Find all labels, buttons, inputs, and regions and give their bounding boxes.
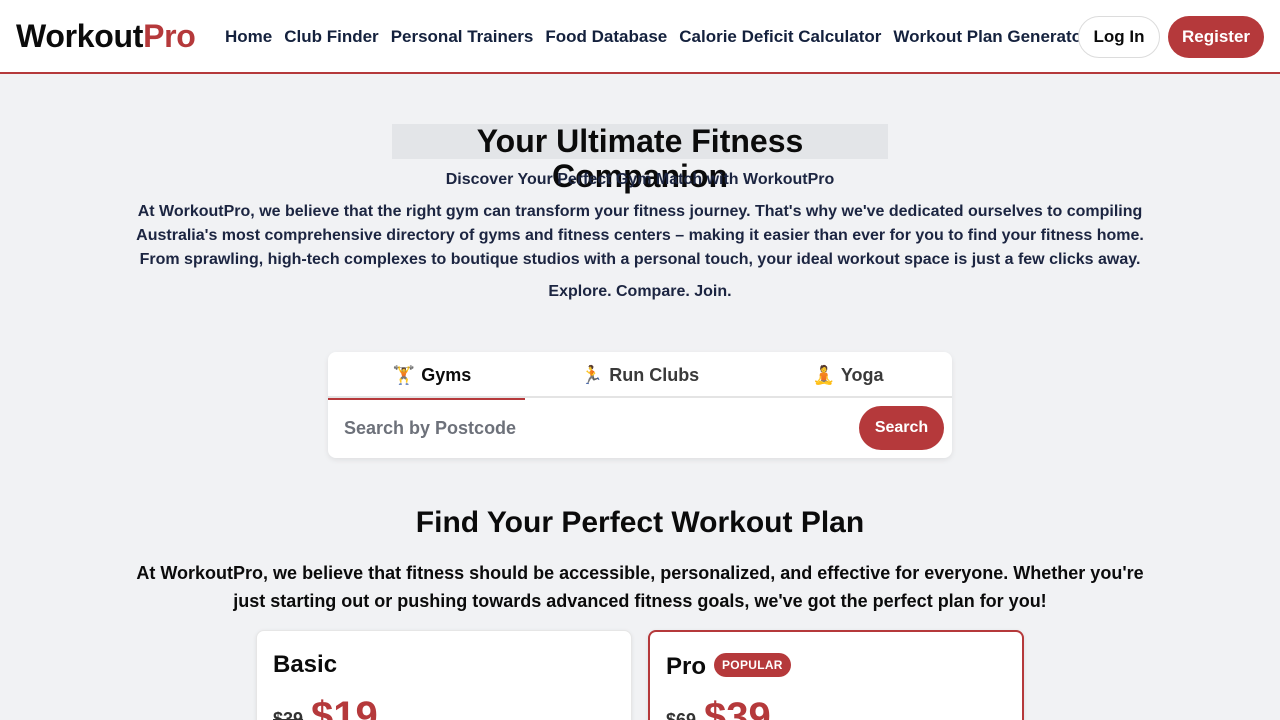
nav-club-finder[interactable]: Club Finder — [278, 27, 384, 47]
yoga-icon: 🧘 — [812, 364, 835, 385]
search-tabs: 🏋️ Gyms 🏃 Run Clubs 🧘 Yoga — [328, 352, 952, 400]
plan-name: Pro — [666, 653, 707, 680]
tab-yoga[interactable]: 🧘 Yoga — [744, 352, 952, 398]
tab-gyms[interactable]: 🏋️ Gyms — [328, 352, 536, 400]
hero-description: At WorkoutPro, we believe that the right… — [136, 203, 1144, 268]
search-button[interactable]: Search — [859, 406, 944, 450]
postcode-search-input[interactable] — [336, 406, 856, 450]
weightlifter-icon: 🏋️ — [392, 364, 416, 385]
plan-old-price: $39 — [273, 709, 304, 720]
tab-run-clubs[interactable]: 🏃 Run Clubs — [536, 352, 744, 398]
plans-description: At WorkoutPro, we believe that fitness s… — [136, 563, 1144, 611]
search-card: 🏋️ Gyms 🏃 Run Clubs 🧘 Yoga — [328, 352, 952, 458]
plan-card-pro[interactable]: Pro POPULAR $69 $39 — [648, 630, 1024, 720]
plan-old-price: $69 — [666, 710, 697, 720]
main-nav: Home Club Finder Personal Trainers Food … — [219, 0, 1095, 74]
nav-food-database[interactable]: Food Database — [539, 27, 673, 47]
plan-price: $19 — [311, 694, 378, 720]
tab-gyms-label: Gyms — [421, 364, 472, 385]
nav-home[interactable]: Home — [219, 27, 278, 47]
logo-accent: Pro — [143, 18, 196, 54]
logo[interactable]: WorkoutPro — [16, 17, 196, 55]
nav-calorie-deficit-calculator[interactable]: Calorie Deficit Calculator — [673, 27, 887, 47]
register-button[interactable]: Register — [1168, 16, 1264, 58]
hero-title: Your Ultimate Fitness Companion — [392, 124, 888, 194]
plans-title: Find Your Perfect Workout Plan — [415, 506, 865, 539]
hero-tagline: Explore. Compare. Join. — [548, 283, 732, 300]
popular-badge: POPULAR — [714, 653, 791, 677]
logo-main: Workout — [16, 18, 144, 54]
tab-run-clubs-label: Run Clubs — [609, 364, 700, 385]
hero-subtitle: Discover Your Perfect Gym Match with Wor… — [445, 171, 835, 188]
runner-icon: 🏃 — [580, 364, 604, 385]
nav-personal-trainers[interactable]: Personal Trainers — [385, 27, 540, 47]
plan-name: Basic — [273, 651, 338, 678]
site-header: WorkoutPro Home Club Finder Personal Tra… — [0, 0, 1280, 74]
login-button[interactable]: Log In — [1078, 16, 1160, 58]
nav-workout-plan-generator[interactable]: Workout Plan Generator — [887, 27, 1094, 47]
plan-price: $39 — [704, 695, 771, 720]
plan-card-basic[interactable]: Basic $39 $19 — [256, 630, 632, 720]
tab-yoga-label: Yoga — [840, 364, 884, 385]
